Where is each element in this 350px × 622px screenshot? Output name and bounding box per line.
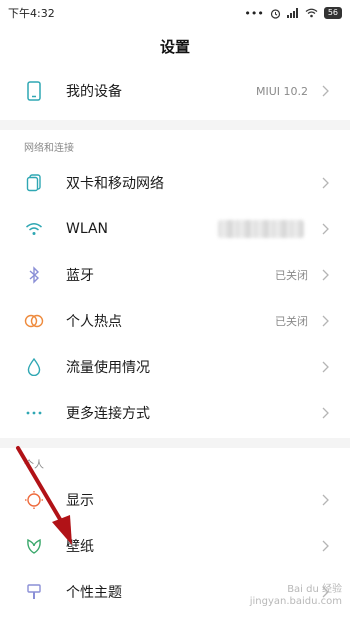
- bluetooth-row[interactable]: 蓝牙 已关闭: [0, 252, 350, 298]
- bluetooth-status: 已关闭: [275, 269, 308, 282]
- dual-sim-label: 双卡和移动网络: [66, 176, 164, 192]
- personal-section-header: 个人: [24, 460, 44, 471]
- chevron-right-icon: [320, 539, 330, 553]
- wifi-status-icon: [305, 8, 318, 18]
- hotspot-icon: [24, 311, 44, 331]
- chevron-right-icon: [320, 493, 330, 507]
- wallpaper-label: 壁纸: [66, 539, 94, 555]
- chevron-right-icon: [320, 406, 330, 420]
- chevron-right-icon: [320, 84, 330, 98]
- page-title: 设置: [0, 26, 350, 66]
- wallpaper-row[interactable]: 壁纸: [0, 523, 350, 569]
- more-connections-row[interactable]: 更多连接方式: [0, 390, 350, 436]
- network-section-header: 网络和连接: [24, 143, 74, 154]
- hotspot-status: 已关闭: [275, 315, 308, 328]
- hotspot-row[interactable]: 个人热点 已关闭: [0, 298, 350, 344]
- droplet-icon: [24, 357, 44, 377]
- sim-card-icon: [24, 173, 44, 193]
- page-title-text: 设置: [159, 37, 190, 56]
- dual-sim-row[interactable]: 双卡和移动网络: [0, 160, 350, 206]
- data-usage-row[interactable]: 流量使用情况: [0, 344, 350, 390]
- chevron-right-icon: [320, 176, 330, 190]
- paint-brush-icon: [24, 582, 44, 602]
- chevron-right-icon: [320, 360, 330, 374]
- chevron-right-icon: [320, 222, 330, 236]
- phone-icon: [24, 81, 44, 101]
- baidu-watermark: Bai du 经验 jingyan.baidu.com: [250, 584, 342, 608]
- dots-icon: •••: [244, 6, 264, 20]
- miui-version: MIUI 10.2: [255, 84, 308, 98]
- my-device-row[interactable]: 我的设备 MIUI 10.2: [0, 68, 350, 114]
- alarm-icon: [270, 8, 280, 19]
- sun-icon: [24, 490, 44, 510]
- wlan-label: WLAN: [66, 221, 109, 237]
- flower-icon: [24, 536, 44, 556]
- more-connections-label: 更多连接方式: [66, 406, 150, 422]
- status-icons: ••• 56: [244, 7, 342, 20]
- battery-icon: 56: [323, 7, 342, 19]
- my-device-label: 我的设备: [66, 84, 122, 100]
- data-usage-label: 流量使用情况: [66, 360, 150, 376]
- section-gap: [0, 120, 350, 130]
- display-label: 显示: [66, 493, 94, 509]
- wifi-icon: [24, 219, 44, 239]
- more-dots-icon: [24, 403, 44, 423]
- display-row[interactable]: 显示: [0, 477, 350, 523]
- signal-icon: [286, 8, 298, 18]
- status-bar: 下午4:32 ••• 56: [0, 0, 350, 26]
- status-time: 下午4:32: [8, 7, 55, 20]
- chevron-right-icon: [320, 268, 330, 282]
- bluetooth-label: 蓝牙: [66, 268, 94, 284]
- chevron-right-icon: [320, 314, 330, 328]
- bluetooth-icon: [24, 265, 44, 285]
- wlan-row[interactable]: WLAN: [0, 206, 350, 252]
- watermark-line2: jingyan.baidu.com: [249, 596, 342, 607]
- hotspot-label: 个人热点: [66, 314, 122, 330]
- watermark-line1: Bai du 经验: [287, 584, 342, 595]
- section-gap: [0, 438, 350, 448]
- wlan-network-name-blurred: [218, 220, 304, 238]
